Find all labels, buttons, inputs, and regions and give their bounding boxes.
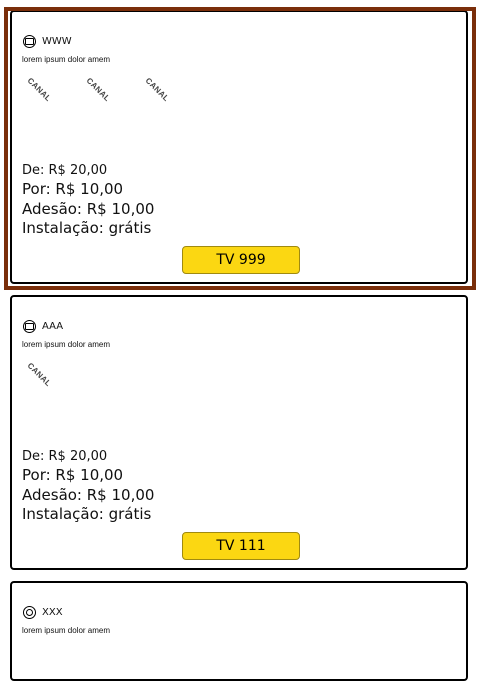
plan-description: lorem ipsum dolor amem bbox=[22, 626, 111, 635]
plan-name: XXX bbox=[42, 606, 63, 618]
price-from: De: R$ 20,00 bbox=[22, 449, 108, 464]
installation-price: Instalação: grátis bbox=[22, 505, 152, 523]
plan-header: AAA bbox=[23, 319, 63, 333]
tv-icon bbox=[23, 319, 36, 333]
price-now: Por: R$ 10,00 bbox=[22, 466, 124, 484]
plan-header: XXX bbox=[23, 605, 63, 619]
plan-card-xxx[interactable]: XXX lorem ipsum dolor amem bbox=[10, 581, 468, 681]
selected-card-frame bbox=[4, 7, 476, 290]
plan-card-aaa[interactable]: AAA lorem ipsum dolor amem CANAL De: R$ … bbox=[10, 295, 468, 570]
adhesion-price: Adesão: R$ 10,00 bbox=[22, 486, 155, 504]
plan-name: AAA bbox=[42, 320, 64, 332]
globe-icon bbox=[23, 605, 36, 619]
channel-label: CANAL bbox=[25, 361, 53, 389]
select-plan-button[interactable]: TV 111 bbox=[182, 532, 300, 560]
plan-description: lorem ipsum dolor amem bbox=[22, 340, 111, 349]
